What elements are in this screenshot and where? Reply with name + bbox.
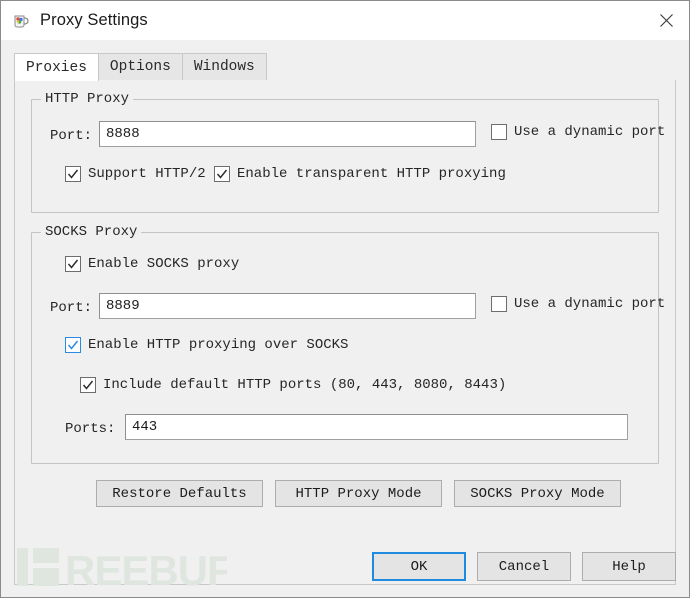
checkbox-box <box>80 377 96 393</box>
tab-windows[interactable]: Windows <box>181 53 267 80</box>
http-proxy-mode-button[interactable]: HTTP Proxy Mode <box>275 480 442 507</box>
transparent-http-proxying-checkbox[interactable]: Enable transparent HTTP proxying <box>214 165 506 183</box>
window-title: Proxy Settings <box>40 11 148 29</box>
http-dynamic-port-label: Use a dynamic port <box>514 124 666 140</box>
close-icon[interactable] <box>643 1 689 40</box>
tab-proxies-label: Proxies <box>26 59 87 76</box>
http-proxy-group-title: HTTP Proxy <box>41 91 134 107</box>
checkbox-box <box>491 124 507 140</box>
charles-jug-icon <box>12 12 30 30</box>
proxy-settings-window: Proxy Settings Proxies Options Windows H… <box>0 0 690 598</box>
tab-windows-label: Windows <box>193 59 255 75</box>
http-port-input[interactable] <box>99 121 476 147</box>
transparent-http-proxying-label: Enable transparent HTTP proxying <box>237 166 506 182</box>
socks-dynamic-port-checkbox[interactable]: Use a dynamic port <box>491 295 665 313</box>
checkbox-box <box>65 256 81 272</box>
checkbox-box <box>491 296 507 312</box>
socks-ports-input[interactable] <box>125 414 628 440</box>
enable-socks-proxy-label: Enable SOCKS proxy <box>88 256 240 272</box>
tab-strip: Proxies Options Windows <box>14 53 676 81</box>
socks-port-label: Port: <box>50 300 93 316</box>
ok-button[interactable]: OK <box>372 552 466 581</box>
socks-proxy-mode-button[interactable]: SOCKS Proxy Mode <box>454 480 621 507</box>
support-http2-label: Support HTTP/2 <box>88 166 206 182</box>
socks-dynamic-port-label: Use a dynamic port <box>514 296 666 312</box>
dialog-content: Proxies Options Windows HTTP Proxy Port:… <box>1 40 689 597</box>
socks-proxy-group: SOCKS Proxy Enable SOCKS proxy Port: Use… <box>31 224 665 464</box>
support-http2-checkbox[interactable]: Support HTTP/2 <box>65 165 206 183</box>
http-over-socks-checkbox[interactable]: Enable HTTP proxying over SOCKS <box>65 336 348 354</box>
http-dynamic-port-checkbox[interactable]: Use a dynamic port <box>491 123 665 141</box>
title-bar: Proxy Settings <box>1 1 689 40</box>
socks-ports-label: Ports: <box>65 421 116 437</box>
socks-proxy-group-title: SOCKS Proxy <box>41 224 142 240</box>
http-proxy-group: HTTP Proxy Port: Use a dynamic port Supp… <box>31 91 665 213</box>
checkbox-box <box>214 166 230 182</box>
socks-port-input[interactable] <box>99 293 476 319</box>
include-default-http-ports-label: Include default HTTP ports (80, 443, 808… <box>103 377 507 393</box>
proxies-tab-panel: HTTP Proxy Port: Use a dynamic port Supp… <box>14 80 676 585</box>
restore-defaults-button[interactable]: Restore Defaults <box>96 480 263 507</box>
tab-proxies[interactable]: Proxies <box>14 53 99 81</box>
checkbox-box <box>65 166 81 182</box>
include-default-http-ports-checkbox[interactable]: Include default HTTP ports (80, 443, 808… <box>80 376 506 394</box>
help-button[interactable]: Help <box>582 552 676 581</box>
checkbox-box <box>65 337 81 353</box>
tab-options-label: Options <box>109 59 171 75</box>
http-port-label: Port: <box>50 128 93 144</box>
enable-socks-proxy-checkbox[interactable]: Enable SOCKS proxy <box>65 255 239 273</box>
http-over-socks-label: Enable HTTP proxying over SOCKS <box>88 337 349 353</box>
tab-options[interactable]: Options <box>97 53 183 80</box>
cancel-button[interactable]: Cancel <box>477 552 571 581</box>
